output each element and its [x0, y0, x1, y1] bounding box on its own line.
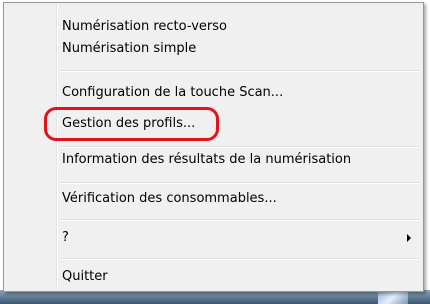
menu-item-simplex-scan[interactable]: Numérisation simple: [62, 38, 421, 60]
menu-gutter-divider: [56, 5, 58, 289]
menu-separator: [60, 70, 420, 72]
menu-item-label: Numérisation simple: [62, 41, 197, 56]
menu-separator: [60, 258, 420, 260]
context-menu: Numérisation recto-verso Numérisation si…: [3, 2, 424, 292]
menu-item-scan-results-info[interactable]: Information des résultats de la numérisa…: [62, 149, 421, 171]
menu-item-label: Vérification des consommables...: [62, 191, 277, 206]
menu-item-label: Configuration de la touche Scan...: [62, 85, 284, 100]
menu-item-consumables-check[interactable]: Vérification des consommables...: [62, 188, 421, 210]
menu-item-quit[interactable]: Quitter: [62, 266, 421, 288]
menu-item-label: Numérisation recto-verso: [62, 19, 227, 34]
menu-item-help-submenu[interactable]: ?: [62, 227, 421, 249]
menu-item-label: ?: [62, 230, 69, 245]
taskbar-icon[interactable]: [378, 290, 408, 304]
menu-separator: [60, 146, 420, 148]
menu-separator: [60, 219, 420, 221]
menu-item-duplex-scan[interactable]: Numérisation recto-verso: [62, 16, 421, 38]
highlight-annotation-ring: [44, 107, 219, 141]
menu-item-label: Information des résultats de la numérisa…: [62, 152, 352, 167]
menu-separator: [60, 182, 420, 184]
taskbar-strip: [0, 290, 430, 304]
menu-item-scan-button-config[interactable]: Configuration de la touche Scan...: [62, 82, 421, 104]
menu-item-label: Quitter: [62, 269, 108, 284]
chevron-right-icon: [407, 234, 411, 242]
